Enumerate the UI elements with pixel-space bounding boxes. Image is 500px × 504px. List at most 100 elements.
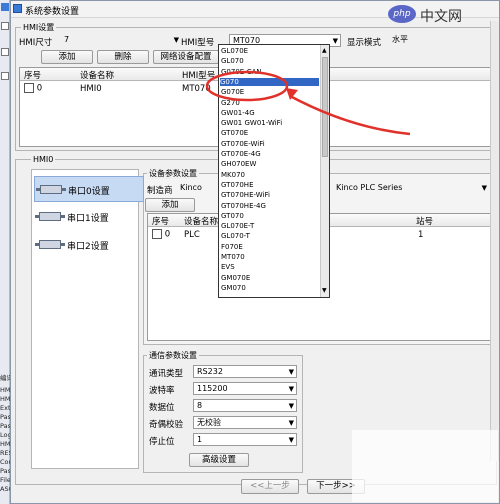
dialog-title: 系统参数设置 xyxy=(25,7,80,17)
output-line: Pass xyxy=(0,422,10,430)
php-logo-icon: php xyxy=(388,5,416,23)
delete-hmi-button[interactable]: 删除 xyxy=(97,50,149,64)
output-line: HMI I xyxy=(0,440,10,448)
dropdown-option[interactable]: EVS xyxy=(221,263,235,271)
column-header: 序号 xyxy=(152,217,170,227)
parent-app-strip: 编译 HMIHMI0ExtePassPassLogiHMI IRES IConf… xyxy=(0,0,10,504)
device-params-label: 设备参数设置 xyxy=(147,168,199,179)
comm-params-label: 通信参数设置 xyxy=(147,350,199,361)
dropdown-option[interactable]: GT070E-4G xyxy=(221,150,261,158)
serial-port-icon xyxy=(36,185,66,194)
output-line: Pass xyxy=(0,413,10,421)
cell-station: 1 xyxy=(418,230,424,240)
watermark-logo: php 中文网 xyxy=(388,3,500,27)
cell-name: PLC xyxy=(184,230,200,240)
output-panel-label: 编译 xyxy=(0,374,10,382)
dropdown-option[interactable]: GL070-T xyxy=(221,232,250,240)
chevron-down-icon: ▼ xyxy=(332,37,338,45)
display-mode-label: 显示模式 xyxy=(347,38,382,48)
toolbar-icon[interactable] xyxy=(1,22,9,30)
toolbar-icon[interactable] xyxy=(1,48,9,56)
toolbar-icon[interactable] xyxy=(1,72,9,80)
chevron-down-icon: ▼ xyxy=(288,368,294,376)
series-select[interactable]: Kinco PLC Series ▼ xyxy=(333,182,489,195)
watermark-text: 中文网 xyxy=(420,9,462,25)
sidebar-item-label: 串口2设置 xyxy=(67,242,109,252)
comm-field-value: 115200 xyxy=(197,384,228,393)
output-line: File xyxy=(0,476,10,484)
hmi-settings-label: HMI设置 xyxy=(21,22,57,33)
dropdown-option[interactable]: GM070E xyxy=(221,274,250,282)
column-header: 站号 xyxy=(416,217,434,227)
row-checkbox[interactable] xyxy=(24,83,34,93)
port-sidebar: 串口0设置串口1设置串口2设置 xyxy=(31,169,144,469)
dropdown-option[interactable]: GL070E-T xyxy=(221,222,254,230)
comm-field-select[interactable]: 115200 ▼ xyxy=(193,382,297,395)
chevron-up-icon[interactable]: ▲ xyxy=(322,47,328,54)
comm-field-label: 奇偶校验 xyxy=(149,420,184,430)
dropdown-option[interactable]: GT070HE-WiFi xyxy=(221,191,270,199)
dropdown-option[interactable]: GT070E-WiFi xyxy=(221,140,265,148)
advanced-settings-button[interactable]: 高级设置 xyxy=(189,453,249,467)
comm-field-value: 8 xyxy=(197,401,203,410)
manufacturer-label: 制造商 xyxy=(147,186,173,196)
chevron-down-icon: ▼ xyxy=(288,385,294,393)
sidebar-item-port[interactable]: 串口0设置 xyxy=(34,176,144,202)
chevron-down-icon: ▼ xyxy=(481,184,487,192)
dropdown-option[interactable]: MT070 xyxy=(221,253,245,261)
sidebar-item-label: 串口1设置 xyxy=(67,214,109,224)
column-header: 设备名称 xyxy=(184,217,219,227)
column-header: 设备名称 xyxy=(80,71,115,81)
table-row[interactable]: 0 HMI0 MT070 xyxy=(20,82,220,95)
sidebar-item-port[interactable]: 串口1设置 xyxy=(34,204,144,230)
comm-field-value: RS232 xyxy=(197,367,223,376)
output-line: ASCII xyxy=(0,485,10,493)
hmi-model-label: HMI型号 xyxy=(181,38,215,48)
annotation-arrow xyxy=(205,70,411,136)
display-mode-select[interactable]: 水平 xyxy=(389,34,493,47)
chevron-down-icon[interactable]: ▼ xyxy=(322,287,328,294)
add-device-button[interactable]: 添加 xyxy=(145,198,195,212)
output-line: Logi xyxy=(0,431,10,439)
dropdown-option[interactable]: GT070 xyxy=(221,212,244,220)
dropdown-option[interactable]: GT070HE-4G xyxy=(221,202,266,210)
cell-name: HMI0 xyxy=(80,84,102,94)
dropdown-option[interactable]: F070E xyxy=(221,243,243,251)
output-line: Pass xyxy=(0,467,10,475)
row-checkbox[interactable] xyxy=(152,229,162,239)
output-line: HMI xyxy=(0,386,10,394)
add-hmi-button[interactable]: 添加 xyxy=(41,50,93,64)
comm-field-value: 1 xyxy=(197,435,203,444)
hmi0-label: HMI0 xyxy=(31,155,56,164)
app-icon xyxy=(1,3,9,11)
serial-port-icon xyxy=(35,212,65,221)
column-header: 序号 xyxy=(24,71,42,81)
dialog-icon xyxy=(13,4,22,13)
comm-field-label: 波特率 xyxy=(149,386,175,396)
hmi-size-label: HMI尺寸 xyxy=(19,38,53,48)
comm-field-select[interactable]: RS232 ▼ xyxy=(193,365,297,378)
comm-field-label: 数据位 xyxy=(149,403,175,413)
dropdown-option[interactable]: GM070 xyxy=(221,284,246,292)
chevron-down-icon: ▼ xyxy=(288,419,294,427)
comm-field-select[interactable]: 无校验 ▼ xyxy=(193,416,297,429)
dropdown-option[interactable]: GT070HE xyxy=(221,181,254,189)
output-line: Exte xyxy=(0,404,10,412)
dropdown-option[interactable]: GH070EW xyxy=(221,160,256,168)
comm-field-select[interactable]: 8 ▼ xyxy=(193,399,297,412)
chevron-down-icon: ▼ xyxy=(288,402,294,410)
comm-field-label: 通讯类型 xyxy=(149,369,184,379)
sidebar-item-port[interactable]: 串口2设置 xyxy=(34,232,144,258)
comm-field-value: 无校验 xyxy=(197,418,221,427)
hmi-size-select[interactable]: 7 ▼ xyxy=(61,34,181,47)
comm-field-select[interactable]: 1 ▼ xyxy=(193,433,297,446)
dropdown-option[interactable]: MK070 xyxy=(221,171,245,179)
sidebar-item-label: 串口0设置 xyxy=(68,187,110,197)
dialog-scrollbar[interactable] xyxy=(490,21,499,461)
output-line: RES I xyxy=(0,449,10,457)
dropdown-option[interactable]: GL070E xyxy=(221,47,248,55)
prev-button[interactable]: <<上一步 xyxy=(241,479,299,494)
output-line: Conf xyxy=(0,458,10,466)
serial-port-icon xyxy=(35,240,65,249)
output-line: HMI0 xyxy=(0,395,10,403)
